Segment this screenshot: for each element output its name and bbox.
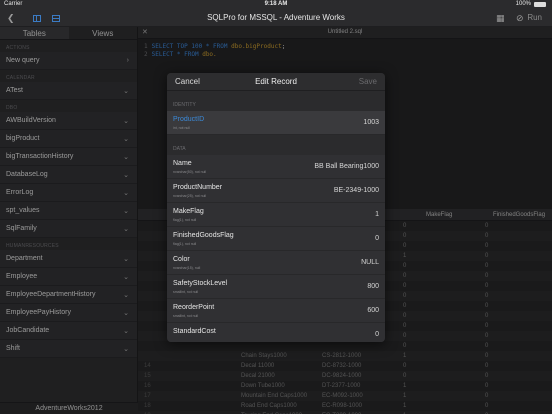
field-value: 1003 bbox=[363, 119, 379, 126]
field-value: 0 bbox=[375, 235, 379, 242]
edit-record-dialog: Cancel Edit Record Save IDENTITY Product… bbox=[167, 73, 385, 342]
section-header-identity: IDENTITY bbox=[173, 102, 196, 108]
battery-percent: 100% bbox=[515, 1, 531, 7]
field-productid[interactable]: ProductID int, not null 1003 bbox=[167, 111, 385, 135]
field-productnumber[interactable]: ProductNumber nvarchar(25), not null BE-23… bbox=[167, 179, 385, 203]
section-header-data: DATA bbox=[173, 146, 186, 152]
grid-icon[interactable]: ▦ bbox=[496, 13, 505, 23]
field-type: flag(1), not null bbox=[173, 218, 197, 222]
clock: 9:18 AM bbox=[264, 1, 288, 7]
field-type: nvarchar(25), not null bbox=[173, 194, 207, 198]
field-safetystocklevel[interactable]: SafetyStockLevel smallint, not null 800 bbox=[167, 275, 385, 299]
save-button[interactable]: Save bbox=[359, 77, 377, 86]
field-reorderpoint[interactable]: ReorderPoint smallint, not null 600 bbox=[167, 299, 385, 323]
dialog-title: Edit Record bbox=[255, 77, 297, 86]
field-value: 600 bbox=[367, 307, 379, 314]
field-name: Color bbox=[173, 256, 190, 263]
field-value: BE-2349-1000 bbox=[333, 187, 379, 194]
field-value: 800 bbox=[367, 283, 379, 290]
field-name: Name bbox=[173, 160, 192, 167]
status-bar: Carrier 9:18 AM 100% bbox=[0, 0, 552, 9]
stop-icon[interactable]: ⊘ bbox=[516, 13, 524, 23]
field-name: ReorderPoint bbox=[173, 304, 215, 311]
field-finishedgoodsflag[interactable]: FinishedGoodsFlag flag(1), not null 0 bbox=[167, 227, 385, 251]
field-color[interactable]: Color nvarchar(15), null NULL bbox=[167, 251, 385, 275]
field-name: MakeFlag bbox=[173, 208, 204, 215]
field-name: ProductNumber bbox=[173, 184, 223, 191]
field-name: StandardCost bbox=[173, 328, 216, 335]
run-button[interactable]: Run bbox=[527, 13, 542, 22]
field-type: flag(1), not null bbox=[173, 242, 197, 246]
field-name: ProductID bbox=[173, 116, 205, 123]
field-value: NULL bbox=[361, 259, 379, 266]
battery-icon bbox=[534, 1, 546, 7]
field-name: FinishedGoodsFlag bbox=[173, 232, 234, 239]
field-value: 0 bbox=[375, 331, 379, 338]
field-value: 1 bbox=[375, 211, 379, 218]
field-type: smallint, not null bbox=[173, 314, 199, 318]
field-name[interactable]: Name nvarchar(50), not null BB Ball Bearin… bbox=[167, 155, 385, 179]
field-value: BB Ball Bearing1000 bbox=[314, 163, 379, 170]
dialog-header: Cancel Edit Record Save bbox=[167, 73, 385, 91]
field-standardcost[interactable]: StandardCost 0 bbox=[167, 323, 385, 342]
field-name: SafetyStockLevel bbox=[173, 280, 228, 287]
field-type: int, not null bbox=[173, 126, 190, 130]
battery-indicator: 100% bbox=[516, 1, 546, 7]
navigation-bar: ❮ SQLPro for MSSQL - Adventure Works ▦ ⊘… bbox=[0, 9, 552, 27]
field-makeflag[interactable]: MakeFlag flag(1), not null 1 bbox=[167, 203, 385, 227]
dialog-fields: Name nvarchar(50), not null BB Ball Bearin… bbox=[167, 155, 385, 342]
field-type: nvarchar(15), null bbox=[173, 266, 201, 270]
field-type: nvarchar(50), not null bbox=[173, 170, 207, 174]
field-type: smallint, not null bbox=[173, 290, 199, 294]
window-title: SQLPro for MSSQL - Adventure Works bbox=[207, 13, 345, 22]
